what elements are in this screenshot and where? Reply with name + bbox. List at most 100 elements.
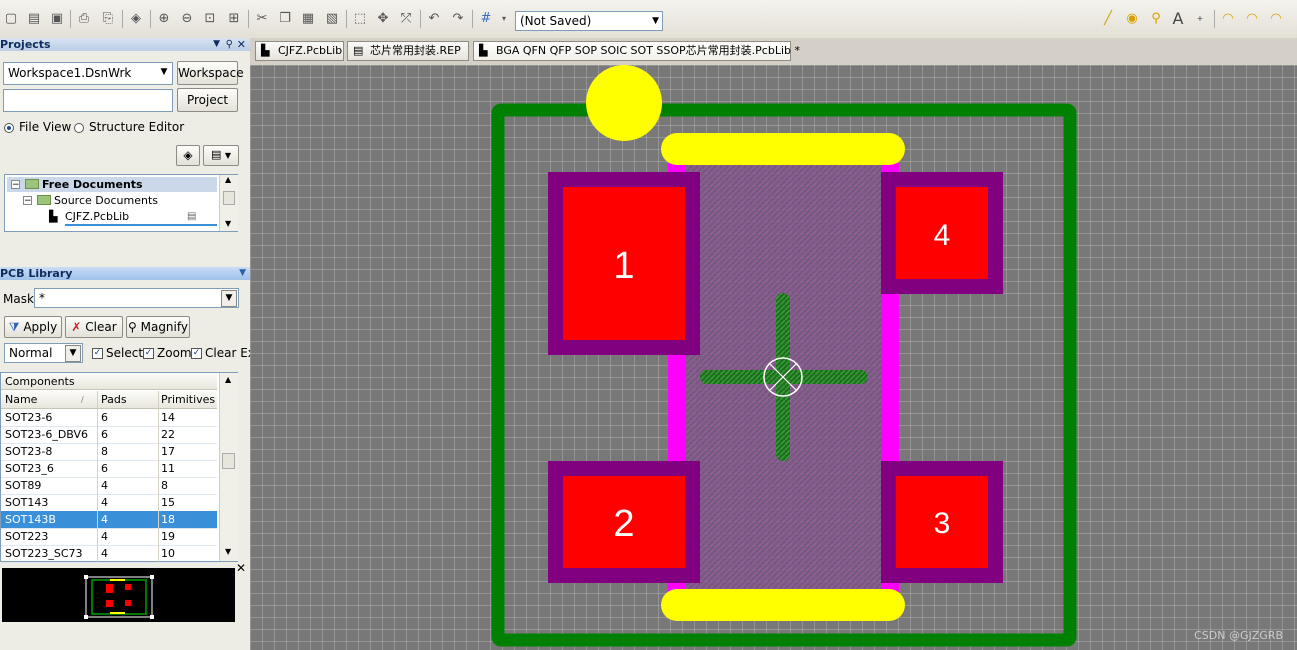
paste-icon[interactable]: ▦ xyxy=(300,10,316,26)
table-row[interactable]: SOT23-8 8 17 xyxy=(1,443,217,461)
zoom-checkbox[interactable]: ✓ xyxy=(143,348,154,359)
watermark: CSDN @GJZGRB xyxy=(1194,629,1283,642)
close-icon[interactable]: ✕ xyxy=(237,38,246,51)
project-field[interactable] xyxy=(3,89,173,112)
close-preview-icon[interactable]: ✕ xyxy=(236,561,246,575)
select-checkbox[interactable]: ✓ xyxy=(92,348,103,359)
project-button[interactable]: Project xyxy=(177,88,238,112)
components-group-header: Components xyxy=(1,373,217,390)
tree-scrollbar[interactable]: ▲ ▼ xyxy=(219,175,238,231)
print-preview-icon[interactable]: ⎘ xyxy=(100,10,116,26)
magnify-label: Magnify xyxy=(140,320,188,334)
move-icon[interactable]: ✥ xyxy=(375,10,391,26)
scroll-down-icon[interactable]: ▼ xyxy=(225,547,231,556)
new-file-icon[interactable]: ▢ xyxy=(3,10,19,26)
copy-icon[interactable]: ❐ xyxy=(277,10,293,26)
collapse-icon[interactable]: − xyxy=(11,180,20,190)
arc-edge-icon[interactable]: ◠ xyxy=(1244,10,1260,26)
scroll-up-icon[interactable]: ▲ xyxy=(225,175,231,184)
open-folder-icon[interactable]: ▤ xyxy=(26,10,42,26)
select-area-icon[interactable]: ⬚ xyxy=(352,10,368,26)
chevron-down-icon: ▼ xyxy=(221,290,237,307)
grid-icon[interactable]: # xyxy=(478,10,494,26)
set-origin-icon[interactable]: + xyxy=(1192,10,1208,26)
scroll-up-icon[interactable]: ▲ xyxy=(225,375,231,384)
projects-panel-header: Projects ▼ ⚲ ✕ xyxy=(0,38,250,51)
tree-item-cjfz-pcblib[interactable]: ▙ CJFZ.PcbLib ▤ xyxy=(7,209,217,226)
place-string-icon[interactable]: A xyxy=(1170,9,1186,28)
zoom-selected-icon[interactable]: ⊞ xyxy=(226,10,242,26)
cell-pads: 6 xyxy=(101,462,108,475)
column-header-pads[interactable]: Pads xyxy=(101,391,127,408)
mask-combo[interactable]: * ▼ xyxy=(34,288,239,308)
place-via-icon[interactable]: ⚲ xyxy=(1148,10,1164,26)
save-icon[interactable]: ▣ xyxy=(49,10,65,26)
place-pad-icon[interactable]: ◉ xyxy=(1124,10,1140,26)
tree-item-free-documents[interactable]: − Free Documents xyxy=(7,177,217,192)
pin-icon[interactable]: ⚲ xyxy=(226,38,233,51)
table-row[interactable]: SOT223_SC73 4 10 xyxy=(1,545,217,563)
table-row[interactable]: SOT143B 4 18 xyxy=(1,511,217,529)
chevron-down-icon[interactable]: ▾ xyxy=(496,10,512,26)
tree-item-source-documents[interactable]: − Source Documents xyxy=(7,193,217,208)
column-header-primitives[interactable]: Primitives xyxy=(161,391,215,408)
pcb-library-header: PCB Library ▼ xyxy=(0,267,250,280)
table-row[interactable]: SOT89 4 8 xyxy=(1,477,217,495)
deselect-icon[interactable]: ⤱ xyxy=(398,10,414,26)
snapshot-combo[interactable]: (Not Saved) ▼ xyxy=(515,11,663,31)
place-line-icon[interactable]: ╱ xyxy=(1100,10,1116,26)
column-divider xyxy=(97,511,98,528)
cut-icon[interactable]: ✂ xyxy=(254,10,270,26)
pad-3[interactable]: 3 xyxy=(881,461,1003,583)
zoom-in-icon[interactable]: ⊕ xyxy=(156,10,172,26)
table-row[interactable]: SOT23-6 6 14 xyxy=(1,409,217,427)
zoom-out-icon[interactable]: ⊖ xyxy=(179,10,195,26)
tab-label: BGA QFN QFP SOP SOIC SOT SSOP芯片常用封装.PcbL… xyxy=(496,44,800,57)
mask-value: * xyxy=(39,291,45,305)
chevron-down-icon[interactable]: ▼ xyxy=(239,267,246,280)
clear-button[interactable]: ✗ Clear xyxy=(65,316,123,338)
table-row[interactable]: SOT143 4 15 xyxy=(1,494,217,512)
components-column-header: Name ∕ Pads Primitives xyxy=(1,391,217,409)
column-divider xyxy=(158,477,159,494)
open-project-icon[interactable]: ◈ xyxy=(128,10,144,26)
tab-bga-qfn-pcblib[interactable]: ▙ BGA QFN QFP SOP SOIC SOT SSOP芯片常用封装.Pc… xyxy=(473,41,800,61)
print-icon[interactable]: ⎙ xyxy=(76,10,92,26)
arc-center-icon[interactable]: ◠ xyxy=(1220,10,1236,26)
column-header-name[interactable]: Name xyxy=(5,391,37,408)
compile-button[interactable]: ◈ xyxy=(176,145,200,166)
tab-chip-package-rep[interactable]: ▤ 芯片常用封装.REP xyxy=(347,41,469,61)
table-row[interactable]: SOT23-6_DBV6 6 22 xyxy=(1,426,217,444)
footprint-drawing[interactable]: 1 4 2 3 xyxy=(250,65,1297,650)
table-row[interactable]: SOT23_6 6 11 xyxy=(1,460,217,478)
mode-combo[interactable]: Normal ▼ xyxy=(4,343,83,363)
panel-menu-icon[interactable]: ▼ xyxy=(213,38,220,51)
collapse-icon[interactable]: − xyxy=(23,196,32,206)
pcb-library-title: PCB Library xyxy=(0,267,73,280)
scroll-down-icon[interactable]: ▼ xyxy=(225,219,231,228)
table-row[interactable]: SOT223 4 19 xyxy=(1,528,217,546)
footprint-preview[interactable] xyxy=(2,568,235,622)
rubber-stamp-icon[interactable]: ▧ xyxy=(324,10,340,26)
undo-icon[interactable]: ↶ xyxy=(426,10,442,26)
tab-cjfz-pcblib[interactable]: ▙ CJFZ.PcbLib xyxy=(255,41,344,61)
document-options-button[interactable]: ▤ ▼ xyxy=(203,145,239,166)
pad-2[interactable]: 2 xyxy=(548,461,700,583)
pad-4[interactable]: 4 xyxy=(881,172,1003,294)
apply-button[interactable]: ⧩ Apply xyxy=(4,316,62,338)
arc-any-icon[interactable]: ◠ xyxy=(1268,10,1284,26)
pcb-canvas[interactable]: 1 4 2 3 CSDN @GJZGRB xyxy=(250,65,1297,650)
pad-1[interactable]: 1 xyxy=(548,172,700,355)
redo-icon[interactable]: ↷ xyxy=(450,10,466,26)
clear-existing-checkbox[interactable]: ✓ xyxy=(191,348,202,359)
report-file-icon: ▤ xyxy=(353,44,364,57)
structure-editor-radio[interactable] xyxy=(74,123,84,133)
magnify-button[interactable]: ⚲ Magnify xyxy=(126,316,190,338)
components-scrollbar[interactable]: ▲ ▼ xyxy=(219,373,238,561)
zoom-fit-icon[interactable]: ⊡ xyxy=(202,10,218,26)
scroll-thumb[interactable] xyxy=(222,453,235,469)
file-view-radio[interactable] xyxy=(4,123,14,133)
scroll-thumb[interactable] xyxy=(223,191,235,205)
workspace-combo[interactable]: Workspace1.DsnWrk ▼ xyxy=(3,62,173,85)
workspace-button[interactable]: Workspace xyxy=(177,61,244,85)
